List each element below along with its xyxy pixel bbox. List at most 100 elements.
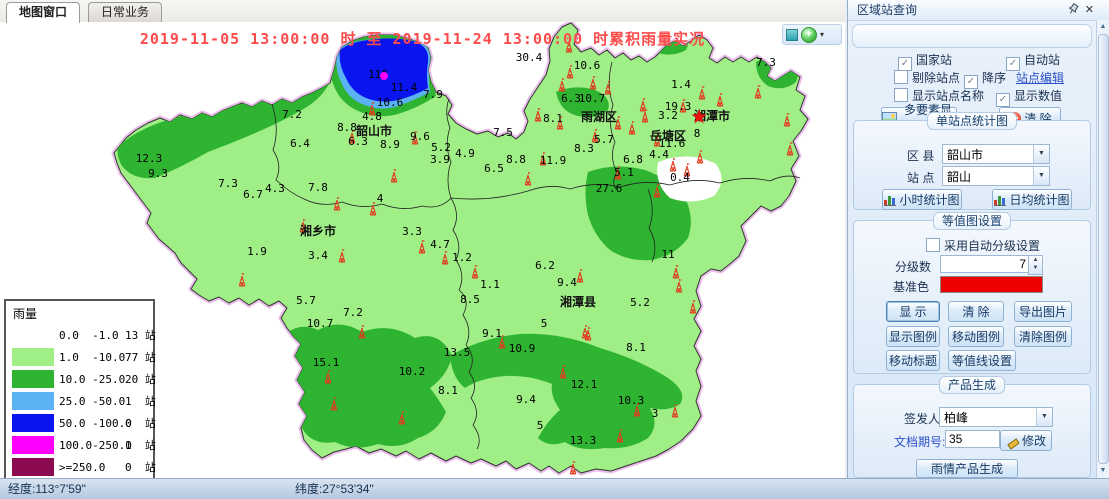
station-value-label: 7.5 xyxy=(493,126,513,139)
county-dropdown[interactable]: 韶山市 ▼ xyxy=(942,144,1050,164)
daily-chart-button[interactable]: 日均统计图 xyxy=(992,189,1072,210)
display-button[interactable]: 显 示 xyxy=(886,301,940,322)
tab-daily-business[interactable]: 日常业务 xyxy=(88,2,162,22)
legend-color-swatch xyxy=(12,370,54,388)
hourly-chart-button[interactable]: 小时统计图 xyxy=(882,189,962,210)
station-value-label: 9.1 xyxy=(482,327,502,340)
checkbox-icon[interactable] xyxy=(996,93,1010,107)
scroll-down-icon[interactable]: ▼ xyxy=(1097,465,1109,477)
station-dropdown[interactable]: 韶山 ▼ xyxy=(942,166,1050,186)
status-bar: 经度:113°7'59" 纬度:27°53'34" xyxy=(0,478,1109,499)
button-label: 移动标题 xyxy=(889,352,937,369)
district-name-label: 雨湖区 xyxy=(581,109,617,124)
show-legend-button[interactable]: 显示图例 xyxy=(886,326,940,347)
station-value-label: 1.4 xyxy=(671,78,691,91)
group-title: 单站点统计图 xyxy=(927,112,1017,130)
station-value-label: 10.9 xyxy=(509,342,536,355)
station-value-label: 12.1 xyxy=(571,378,598,391)
layers-icon[interactable] xyxy=(786,29,798,41)
map-toolbar: + ▾ xyxy=(782,24,842,45)
clear-contour-button[interactable]: 清 除 xyxy=(948,301,1004,322)
checkbox-icon[interactable] xyxy=(894,70,908,84)
button-label: 等值线设置 xyxy=(952,352,1012,369)
group-title: 产品生成 xyxy=(939,376,1005,394)
legend-color-swatch xyxy=(12,326,54,344)
station-value-label: 27.6 xyxy=(596,182,623,195)
station-edit-link[interactable]: 站点编辑 xyxy=(1016,69,1064,86)
checkbox-auto-grading[interactable]: 采用自动分级设置 xyxy=(926,237,1040,254)
station-value-label: 4.9 xyxy=(455,147,475,160)
button-label: 移动图例 xyxy=(952,328,1000,345)
station-value-label: 8 xyxy=(694,127,701,140)
document-number-input[interactable]: 35 xyxy=(945,430,1000,448)
rain-product-generate-button[interactable]: 雨情产品生成 xyxy=(916,459,1018,478)
modify-button[interactable]: 修改 xyxy=(1000,430,1052,451)
station-value-label: 4 xyxy=(377,192,384,205)
move-title-button[interactable]: 移动标题 xyxy=(886,350,940,371)
station-value-label: 6.2 xyxy=(535,259,555,272)
contour-line-settings-button[interactable]: 等值线设置 xyxy=(948,350,1016,371)
clear-legend-button[interactable]: 清除图例 xyxy=(1014,326,1072,347)
levels-input[interactable]: 7 xyxy=(940,255,1030,273)
district-name-label: 韶山市 xyxy=(356,123,392,138)
station-value-label: 8.9 xyxy=(380,138,400,151)
station-value-label: 7.9 xyxy=(423,88,443,101)
chevron-down-icon[interactable]: ▼ xyxy=(1033,167,1049,185)
legend-row: 25.0 -50.01 站 xyxy=(6,390,153,412)
export-image-button[interactable]: 导出图片 xyxy=(1014,301,1072,322)
base-color-label: 基准色 xyxy=(893,278,929,295)
station-value-label: 3.4 xyxy=(308,249,328,262)
legend-count-label: 1 站 xyxy=(125,437,156,453)
map-window[interactable]: 12.39.37.36.74.37.86.47.210.64.88.86.38.… xyxy=(0,22,845,478)
station-value-label: 10.6 xyxy=(574,59,601,72)
station-value-label: 1.1 xyxy=(480,278,500,291)
station-value-label: 6.4 xyxy=(290,137,310,150)
issuer-label: 签发人 xyxy=(904,410,940,427)
station-value-label: 8.5 xyxy=(460,293,480,306)
base-color-swatch[interactable] xyxy=(940,276,1043,293)
panel-title: 区域站查询 xyxy=(857,3,917,17)
legend-range-label: 10.0 -25.0 xyxy=(59,373,125,386)
checkbox-exclude-station[interactable]: 剔除站点 xyxy=(894,69,960,86)
chevron-down-icon[interactable]: ▼ xyxy=(1036,408,1052,426)
station-value-label: 9.6 xyxy=(410,130,430,143)
tab-bar: 地图窗口 日常业务 xyxy=(0,0,845,23)
toolbar-expand-icon[interactable]: ▾ xyxy=(820,30,824,39)
chevron-down-icon[interactable]: ▼ xyxy=(1033,145,1049,163)
checkbox-label: 国家站 xyxy=(916,53,952,67)
panel-header: 区域站查询 ✕ xyxy=(848,0,1109,21)
button-label: 显示图例 xyxy=(889,328,937,345)
pencil-icon xyxy=(1006,435,1019,447)
checkbox-icon[interactable] xyxy=(894,88,908,102)
zoom-in-orb-button[interactable]: + xyxy=(801,27,817,43)
station-label: 站 点 xyxy=(907,169,934,186)
legend-range-label: 25.0 -50.0 xyxy=(59,395,125,408)
button-label: 日均统计图 xyxy=(1009,191,1069,208)
checkbox-auto-station[interactable]: 自动站 xyxy=(1006,51,1060,71)
scrollbar-thumb[interactable] xyxy=(1098,34,1109,464)
station-value-label: 5.2 xyxy=(630,296,650,309)
move-legend-button[interactable]: 移动图例 xyxy=(948,326,1004,347)
checkbox-label: 采用自动分级设置 xyxy=(944,239,1040,253)
legend-range-label: 1.0 -10.0 xyxy=(59,351,125,364)
tab-map-window[interactable]: 地图窗口 xyxy=(6,2,80,23)
checkbox-show-values[interactable]: 显示数值 xyxy=(996,87,1062,107)
scroll-up-icon[interactable]: ▲ xyxy=(1097,21,1109,33)
station-value-label: 3 xyxy=(652,407,659,420)
checkbox-national-station[interactable]: 国家站 xyxy=(898,51,952,71)
station-value-label: 11 xyxy=(661,248,674,261)
legend-row: 100.0-250.01 站 xyxy=(6,434,153,456)
station-value-label: 12.3 xyxy=(136,152,163,165)
panel-scrollbar[interactable]: ▲ ▼ xyxy=(1096,20,1109,478)
issuer-dropdown[interactable]: 柏峰 ▼ xyxy=(939,407,1053,427)
station-value-label: 5.7 xyxy=(296,294,316,307)
station-value-label: 4.8 xyxy=(362,110,382,123)
levels-stepper[interactable]: ▲▼ xyxy=(1028,255,1043,275)
legend-count-label: 0 站 xyxy=(125,459,156,475)
pin-icon[interactable] xyxy=(1063,0,1082,21)
close-icon[interactable]: ✕ xyxy=(1085,0,1094,20)
checkbox-descending[interactable]: 降序 xyxy=(964,69,1006,89)
region-station-query-panel: 区域站查询 ✕ ▲ ▼ 国家站 自动站 剔除站点 降序 站点编辑 显示站点名称 xyxy=(847,0,1109,478)
group-contour-settings: 等值图设置 采用自动分级设置 分级数 7 ▲▼ 基准色 显 示 清 除 导出图片… xyxy=(853,220,1091,374)
checkbox-icon[interactable] xyxy=(926,238,940,252)
